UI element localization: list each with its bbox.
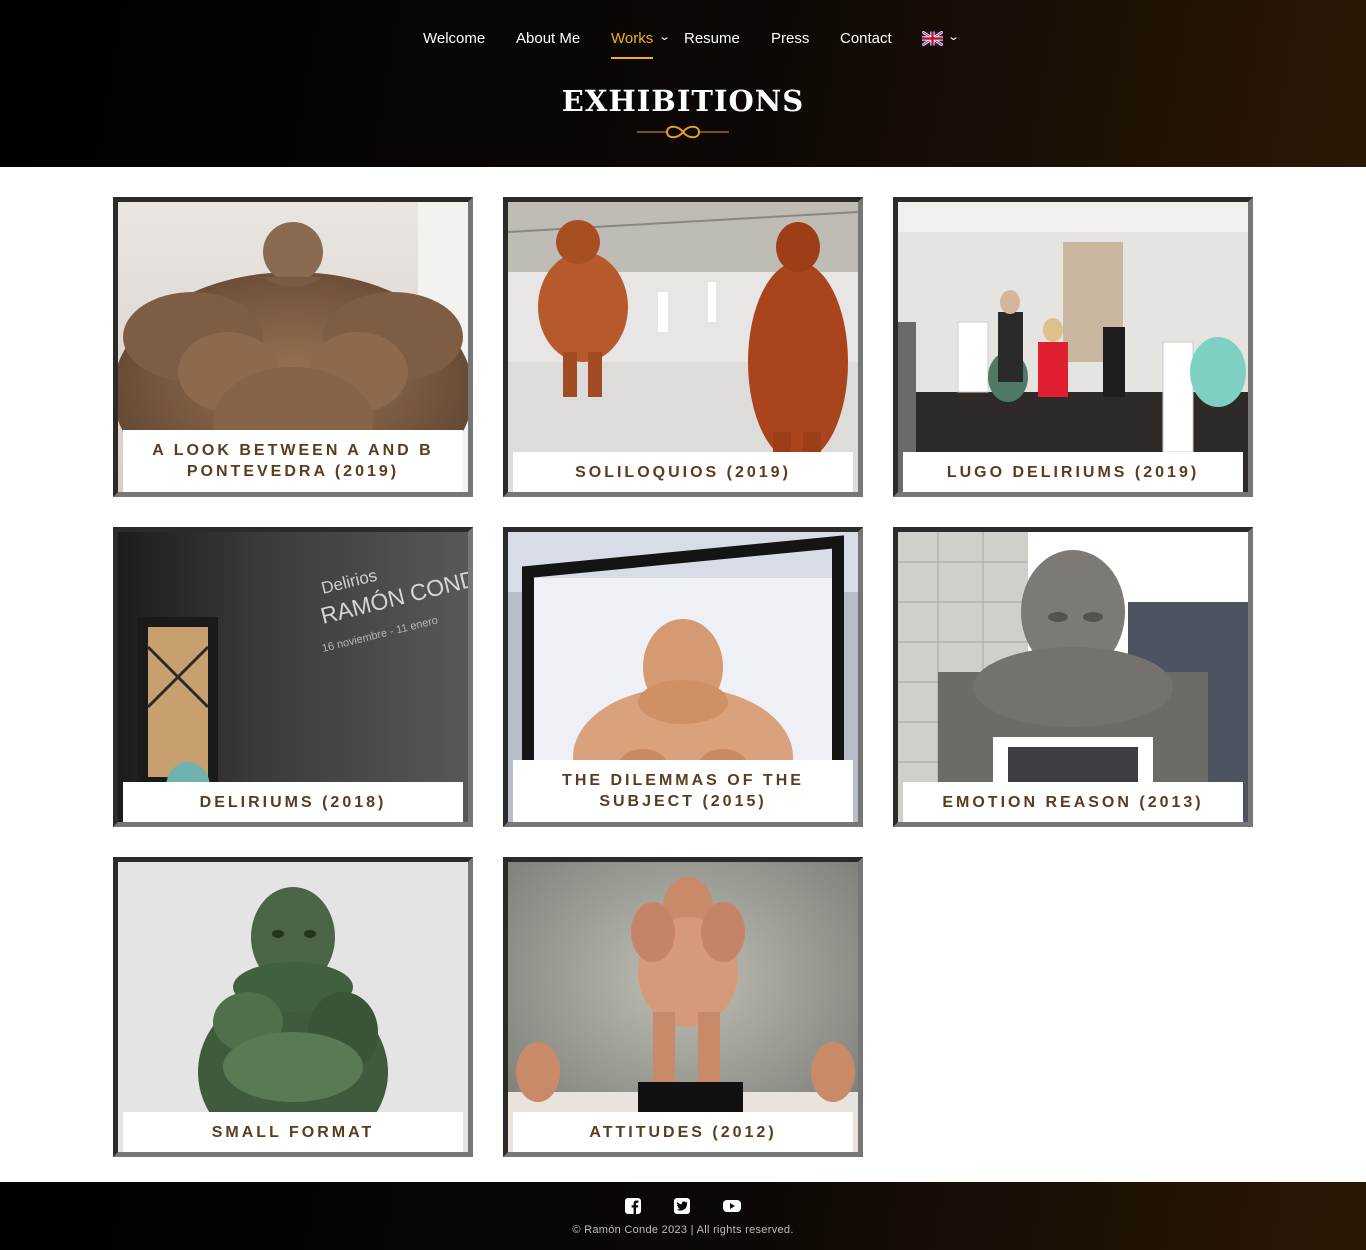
exhibition-card[interactable]: Delirios RAMÓN CONDE 16 noviembre - 11 e… bbox=[113, 527, 473, 827]
exhibition-card[interactable]: EMOTION REASON (2013) bbox=[893, 527, 1253, 827]
exhibition-title: LUGO DELIRIUMS (2019) bbox=[903, 452, 1243, 492]
exhibition-title: THE DILEMMAS OF THE SUBJECT (2015) bbox=[513, 760, 853, 822]
chevron-down-icon[interactable]: ⌄ bbox=[658, 30, 671, 43]
youtube-icon[interactable] bbox=[722, 1197, 742, 1215]
exhibition-photo bbox=[898, 202, 1248, 492]
exhibition-card[interactable]: THE DILEMMAS OF THE SUBJECT (2015) bbox=[503, 527, 863, 827]
nav-item-works[interactable]: Works bbox=[611, 28, 654, 59]
exhibition-title: DELIRIUMS (2018) bbox=[123, 782, 463, 822]
exhibition-title: SMALL FORMAT bbox=[123, 1112, 463, 1152]
exhibition-photo bbox=[508, 202, 858, 492]
exhibition-card[interactable]: ATTITUDES (2012) bbox=[503, 857, 863, 1157]
exhibition-photo bbox=[508, 862, 858, 1152]
exhibition-card[interactable]: SMALL FORMAT bbox=[113, 857, 473, 1157]
exhibition-card[interactable]: SOLILOQUIOS (2019) bbox=[503, 197, 863, 497]
nav-item-about-me[interactable]: About Me bbox=[516, 28, 580, 50]
page-title: EXHIBITIONS bbox=[561, 84, 805, 118]
nav-item-press[interactable]: Press bbox=[771, 28, 809, 50]
exhibition-card[interactable]: A LOOK BETWEEN A AND B PONTEVEDRA (2019) bbox=[113, 197, 473, 497]
exhibition-title: EMOTION REASON (2013) bbox=[903, 782, 1243, 822]
exhibition-card[interactable]: LUGO DELIRIUMS (2019) bbox=[893, 197, 1253, 497]
exhibition-photo bbox=[118, 862, 468, 1152]
exhibition-title: A LOOK BETWEEN A AND B PONTEVEDRA (2019) bbox=[123, 430, 463, 492]
site-header: Welcome About Me Works ⌄ Resume Press Co… bbox=[0, 0, 1366, 167]
copyright-text: © Ramón Conde 2023 | All rights reserved… bbox=[572, 1224, 794, 1236]
nav-item-welcome[interactable]: Welcome bbox=[423, 28, 485, 50]
main-nav: Welcome About Me Works ⌄ Resume Press Co… bbox=[0, 28, 1366, 62]
infinity-icon bbox=[637, 125, 729, 139]
exhibition-title: SOLILOQUIOS (2019) bbox=[513, 452, 853, 492]
nav-item-resume[interactable]: Resume bbox=[684, 28, 740, 50]
exhibition-photo bbox=[898, 532, 1248, 822]
uk-flag-icon[interactable] bbox=[922, 31, 943, 46]
facebook-icon[interactable] bbox=[623, 1197, 643, 1215]
twitter-icon[interactable] bbox=[672, 1197, 692, 1215]
language-chevron-down-icon[interactable]: ⌄ bbox=[947, 30, 960, 43]
exhibition-photo: Delirios RAMÓN CONDE 16 noviembre - 11 e… bbox=[118, 532, 468, 822]
site-footer: © Ramón Conde 2023 | All rights reserved… bbox=[0, 1182, 1366, 1250]
exhibition-title: ATTITUDES (2012) bbox=[513, 1112, 853, 1152]
nav-item-contact[interactable]: Contact bbox=[840, 28, 892, 50]
